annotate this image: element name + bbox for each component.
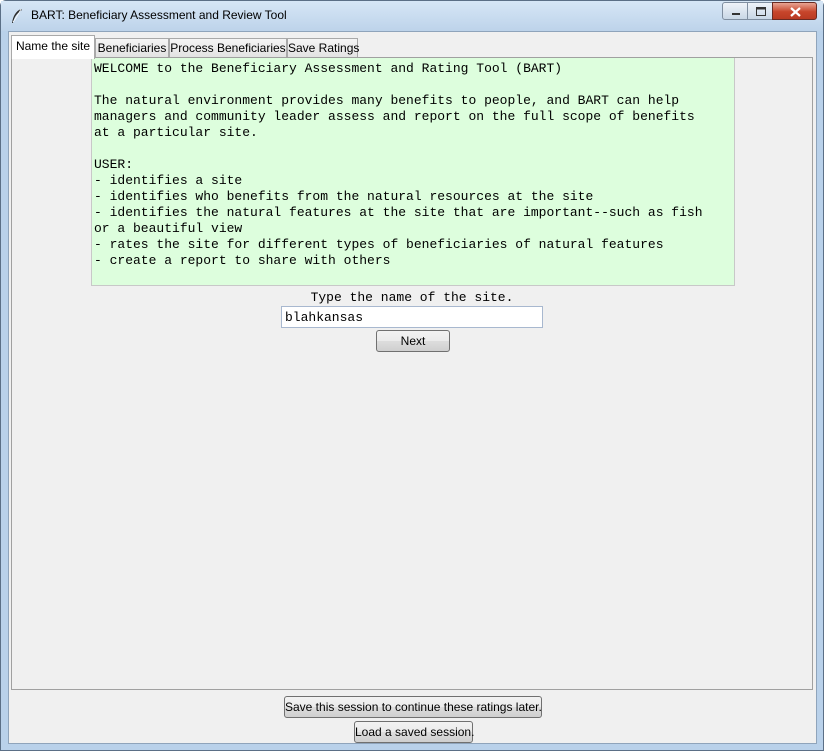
window-controls — [722, 2, 817, 20]
tab-process-beneficiaries[interactable]: Process Beneficiaries — [169, 38, 287, 57]
welcome-line: managers and community leader assess and… — [94, 109, 695, 124]
close-button[interactable] — [772, 2, 817, 20]
welcome-line: or a beautiful view — [94, 221, 243, 236]
client-area: Name the site Beneficiaries Process Bene… — [8, 31, 817, 744]
minimize-button[interactable] — [722, 2, 748, 20]
tab-save-ratings[interactable]: Save Ratings — [287, 38, 359, 57]
tab-name-the-site[interactable]: Name the site — [11, 35, 95, 59]
tab-panel: WELCOME to the Beneficiary Assessment an… — [11, 57, 813, 690]
site-name-input[interactable] — [281, 306, 543, 328]
welcome-line: - create a report to share with others — [94, 253, 391, 268]
welcome-line: - identifies a site — [94, 173, 243, 188]
window-title: BART: Beneficiary Assessment and Review … — [31, 8, 287, 22]
minimize-icon — [732, 13, 740, 15]
welcome-line: The natural environment provides many be… — [94, 93, 680, 108]
save-session-button[interactable]: Save this session to continue these rati… — [284, 696, 542, 718]
site-name-prompt: Type the name of the site. — [310, 290, 514, 305]
welcome-line: - rates the site for different types of … — [94, 237, 664, 252]
close-icon — [790, 7, 801, 17]
welcome-line: - identifies who benefits from the natur… — [94, 189, 594, 204]
load-session-button[interactable]: Load a saved session. — [354, 721, 474, 743]
welcome-line: USER: — [94, 157, 134, 172]
maximize-button[interactable] — [747, 2, 773, 20]
welcome-text: WELCOME to the Beneficiary Assessment an… — [91, 58, 735, 286]
app-window: BART: Beneficiary Assessment and Review … — [0, 0, 824, 751]
welcome-line — [94, 141, 734, 157]
welcome-line: WELCOME to the Beneficiary Assessment an… — [94, 61, 563, 76]
title-bar[interactable]: BART: Beneficiary Assessment and Review … — [1, 1, 823, 31]
next-button[interactable]: Next — [376, 330, 450, 352]
welcome-line — [94, 77, 734, 93]
welcome-line: at a particular site. — [94, 125, 258, 140]
maximize-icon — [756, 7, 766, 16]
feather-icon — [12, 8, 22, 23]
tab-beneficiaries[interactable]: Beneficiaries — [95, 38, 169, 57]
welcome-line: - identifies the natural features at the… — [94, 205, 703, 220]
